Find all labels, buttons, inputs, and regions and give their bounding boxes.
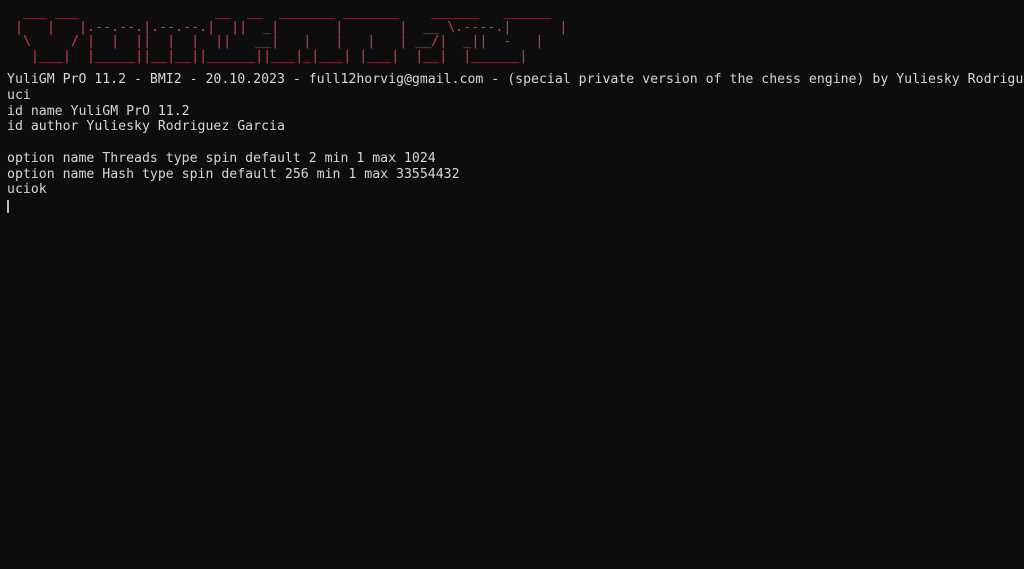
terminal-window[interactable]: ___ ___ __ __ _______ _______ ______ ___… — [0, 0, 1024, 569]
text-cursor — [7, 199, 9, 213]
blank-line — [7, 135, 1024, 151]
uciok-line: uciok — [7, 182, 47, 198]
option-hash-line: option name Hash type spin default 256 m… — [7, 166, 460, 182]
engine-info-line: YuliGM PrO 11.2 - BMI2 - 20.10.2023 - fu… — [7, 72, 1024, 88]
prompt-line[interactable] — [7, 198, 1024, 214]
ascii-banner-line-1: ___ ___ __ __ _______ _______ ______ ___… — [7, 5, 552, 20]
id-author-line: id author Yuliesky Rodriguez Garcia — [7, 119, 285, 135]
ascii-banner-line-2: | | |.--.--.|.--.--.| || _| | | __ \.---… — [7, 19, 568, 35]
option-threads-line: option name Threads type spin default 2 … — [7, 150, 436, 166]
terminal-output: YuliGM PrO 11.2 - BMI2 - 20.10.2023 - fu… — [7, 72, 1024, 213]
ascii-banner-line-3: \ / | | || | | || __| | | | | __/| _|| -… — [7, 34, 544, 50]
id-name-line: id name YuliGM PrO 11.2 — [7, 103, 190, 119]
ascii-banner-line-4: |___| |_____||__|__||______||___|_|___| … — [7, 48, 528, 64]
ascii-art-banner: ___ ___ __ __ _______ _______ ______ ___… — [7, 5, 1024, 64]
command-uci-line: uci — [7, 88, 31, 104]
